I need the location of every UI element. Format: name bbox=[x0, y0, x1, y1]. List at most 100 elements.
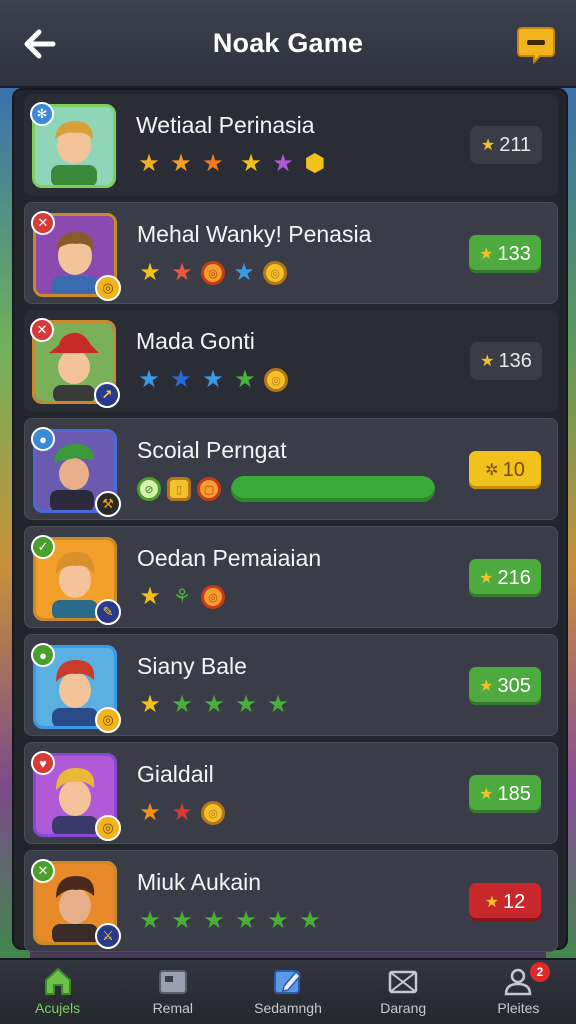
star-icon: ★ bbox=[299, 907, 321, 934]
runner-icon: ⚘ bbox=[173, 586, 191, 608]
row-name: Mehal Wanky! Penasia bbox=[137, 221, 372, 247]
star-icon: ★ bbox=[171, 907, 193, 934]
list-item[interactable]: ✕ ◎ Mehal Wanky! Penasia ★ ★ ◎ ★ ◎ ★ 133 bbox=[24, 202, 558, 304]
reward-icons: ★ ★ ★ ★ ★ bbox=[137, 691, 291, 719]
star-icon: ★ bbox=[479, 678, 494, 695]
list-item[interactable]: ● ◎ Siany Bale ★ ★ ★ ★ ★ ★ 305 bbox=[24, 634, 558, 736]
nav-label: Darang bbox=[380, 1000, 427, 1016]
nav-item-mail[interactable]: Darang bbox=[346, 960, 461, 1024]
row-name: Miuk Aukain bbox=[137, 869, 262, 895]
score-value: 12 bbox=[503, 890, 526, 913]
star-icon: ★ bbox=[170, 150, 192, 177]
nav-item-inbox[interactable]: Remal bbox=[115, 960, 230, 1024]
list-item[interactable]: ✻ Wetiaal Perinasia ★ ★ ★ ★ ★ ⬢ ★ 211 bbox=[24, 94, 558, 196]
nav-item-edit[interactable]: Sedamngh bbox=[230, 960, 345, 1024]
rank-badge-icon: ✕ bbox=[30, 318, 54, 342]
edit-icon bbox=[274, 970, 302, 994]
nav-label: Acujels bbox=[35, 1000, 81, 1016]
row-name: Scoial Perngat bbox=[137, 437, 287, 463]
star-icon: ★ bbox=[234, 366, 256, 393]
reward-icons: ⊘ ▯ ▢ bbox=[137, 475, 435, 503]
score-badge[interactable]: ✲ 10 bbox=[469, 451, 541, 489]
star-icon: ★ bbox=[240, 150, 262, 177]
coin-badge-icon: ↗ bbox=[94, 382, 120, 408]
star-icon: ★ bbox=[484, 894, 500, 911]
list-item[interactable]: ✕ ⚔ Miuk Aukain ★ ★ ★ ★ ★ ★ ★ 12 bbox=[24, 850, 558, 952]
coin-icon: ◎ bbox=[201, 801, 225, 825]
reward-icons: ★ ★ ★ ★ ★ ★ bbox=[137, 907, 323, 935]
nav-item-home[interactable]: Acujels bbox=[0, 960, 115, 1024]
list-item[interactable]: ● ⚒ Scoial Perngat ⊘ ▯ ▢ ✲ 10 bbox=[24, 418, 558, 520]
row-name: Wetiaal Perinasia bbox=[136, 112, 315, 138]
star-icon: ★ bbox=[480, 353, 495, 370]
reward-icons: ★ ★ ★ ★ ★ ⬢ bbox=[136, 150, 328, 178]
score-value: 185 bbox=[497, 782, 531, 805]
score-badge[interactable]: ★ 305 bbox=[469, 667, 541, 705]
nav-label: Sedamngh bbox=[254, 1000, 322, 1016]
star-icon: ★ bbox=[235, 691, 257, 718]
reward-icons: ★ ★ ◎ bbox=[137, 799, 225, 827]
rank-badge-icon: ● bbox=[31, 643, 55, 667]
star-icon: ★ bbox=[139, 691, 161, 718]
heart-badge-icon: ♥ bbox=[31, 751, 55, 775]
star-icon: ★ bbox=[479, 246, 494, 263]
score-value: 216 bbox=[497, 566, 531, 589]
rank-badge-icon: ● bbox=[31, 427, 55, 451]
score-badge[interactable]: ★ 216 bbox=[469, 559, 541, 597]
mail-icon bbox=[388, 970, 418, 994]
score-badge[interactable]: ★ 133 bbox=[469, 235, 541, 273]
coin-icon: ◎ bbox=[201, 585, 225, 609]
coin-icon: ▯ bbox=[167, 477, 191, 501]
score-badge[interactable]: ★ 211 bbox=[470, 126, 542, 164]
star-icon: ★ bbox=[171, 799, 193, 826]
score-value: 10 bbox=[502, 458, 525, 481]
star-icon: ★ bbox=[267, 691, 289, 718]
star-icon: ★ bbox=[138, 150, 160, 177]
coin-badge-icon: ◎ bbox=[95, 815, 121, 841]
chat-button[interactable] bbox=[516, 26, 556, 65]
star-icon: ★ bbox=[479, 570, 494, 587]
star-icon: ★ bbox=[203, 907, 225, 934]
progress-bar bbox=[231, 476, 435, 502]
star-icon: ★ bbox=[171, 259, 193, 286]
score-value: 136 bbox=[498, 349, 532, 372]
star-icon: ★ bbox=[267, 907, 289, 934]
rank-badge-icon: ✕ bbox=[31, 859, 55, 883]
star-icon: ★ bbox=[139, 799, 161, 826]
check-badge-icon: ✓ bbox=[31, 535, 55, 559]
coin-badge-icon: ◎ bbox=[95, 275, 121, 301]
page-title: Noak Game bbox=[212, 28, 364, 58]
nav-label: Pleites bbox=[497, 1000, 540, 1016]
gear-icon: ✲ bbox=[485, 462, 499, 479]
coin-icon: ⊘ bbox=[137, 477, 161, 501]
bottom-nav: Acujels Remal Sedamngh Darang 2 Pleites bbox=[0, 958, 576, 1024]
nav-label: Remal bbox=[152, 1000, 194, 1016]
score-badge[interactable]: ★ 12 bbox=[469, 883, 541, 921]
sword-badge-icon: ⚔ bbox=[95, 923, 121, 949]
gem-icon: ⬢ bbox=[304, 150, 326, 177]
row-name: Siany Bale bbox=[137, 653, 247, 679]
star-icon: ★ bbox=[139, 907, 161, 934]
score-value: 211 bbox=[499, 133, 532, 156]
score-badge[interactable]: ★ 185 bbox=[469, 775, 541, 813]
nav-item-profile[interactable]: 2 Pleites bbox=[461, 960, 576, 1024]
coin-icon: ◎ bbox=[264, 368, 288, 392]
star-icon: ★ bbox=[235, 907, 257, 934]
star-icon: ★ bbox=[233, 259, 255, 286]
score-value: 305 bbox=[497, 674, 531, 697]
list-item[interactable]: ✕ ↗ Mada Gonti ★ ★ ★ ★ ◎ ★ 136 bbox=[24, 310, 558, 412]
star-icon: ★ bbox=[139, 583, 161, 610]
coin-badge-icon: ◎ bbox=[95, 707, 121, 733]
score-badge[interactable]: ★ 136 bbox=[470, 342, 542, 380]
list-item[interactable]: ✓ ✎ Oedan Pemaiaian ★ ⚘ ◎ ★ 216 bbox=[24, 526, 558, 628]
home-icon bbox=[44, 967, 71, 995]
coin-icon: ◎ bbox=[201, 261, 225, 285]
tool-badge-icon: ⚒ bbox=[95, 491, 121, 517]
row-name: Oedan Pemaiaian bbox=[137, 545, 322, 571]
reward-icons: ★ ★ ◎ ★ ◎ bbox=[137, 259, 287, 287]
star-icon: ★ bbox=[479, 786, 494, 803]
star-icon: ★ bbox=[202, 366, 224, 393]
coin-icon: ◎ bbox=[263, 261, 287, 285]
rank-badge-icon: ✻ bbox=[30, 102, 54, 126]
list-item[interactable]: ♥ ◎ Gialdail ★ ★ ◎ ★ 185 bbox=[24, 742, 558, 844]
